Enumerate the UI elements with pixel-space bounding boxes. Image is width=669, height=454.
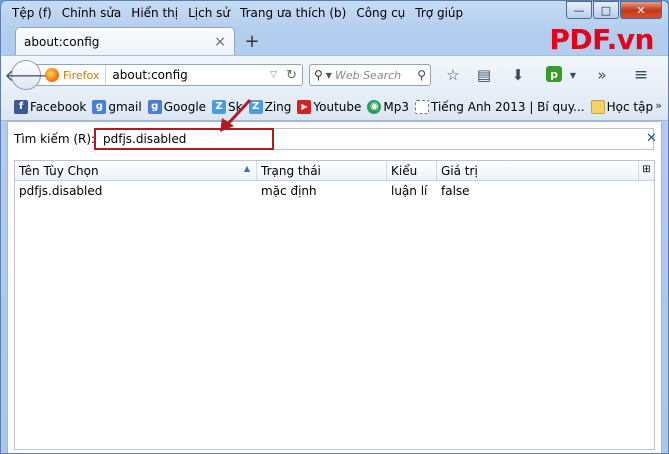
table-row[interactable]: pdfjs.disabled mặc định luận lí false [15,181,654,201]
menu-tools[interactable]: Công cụ [351,4,410,22]
bookmark-mp3[interactable]: ◉ Mp3 [364,99,412,114]
pref-status: mặc định [261,184,317,198]
menu-history[interactable]: Lịch sử [183,4,235,22]
column-header-value[interactable]: Giá trị [437,161,638,180]
search-go-icon[interactable]: ⚲ [417,68,426,82]
bookmark-facebook[interactable]: f Facebook [11,99,89,114]
url-text[interactable]: about:config [106,68,266,82]
minimize-button[interactable]: — [566,1,592,19]
menu-bookmarks[interactable]: Trang ưa thích (b) [235,4,351,22]
close-button[interactable]: ✕ [620,1,662,19]
bookmark-tieng-anh[interactable]: Tiếng Anh 2013 | Bí quy... [412,99,588,114]
site-logo: PDF.vn [549,23,654,56]
search-bar[interactable]: ⚲ ▼ Web Search ⚲ [309,64,431,86]
back-button[interactable]: 🡐 [5,60,47,90]
reload-icon[interactable]: ↻ [281,68,302,83]
bookmarks-list-icon[interactable]: ▤ [475,66,493,84]
menu-view[interactable]: Hiển thị [126,4,183,22]
overflow-icon[interactable]: » [593,66,611,84]
url-dropdown-icon[interactable]: ▽ [266,70,281,80]
maximize-button[interactable]: □ [593,1,619,19]
facebook-icon: f [14,99,28,114]
column-header-name[interactable]: Tên Tùy Chọn ▲ [15,161,257,180]
bookmark-folder-hoc-tap[interactable]: Học tập [588,99,656,114]
browser-window: Tệp (f) Chỉnh sửa Hiển thị Lịch sử Trang… [0,0,669,454]
identity-label: Firefox [63,68,100,82]
menu-bar: Tệp (f) Chỉnh sửa Hiển thị Lịch sử Trang… [7,3,468,23]
about-config-page: Tìm kiếm (R): ✕ Tên Tùy Chọn ▲ Trạng thá… [7,98,662,453]
bookmark-gmail[interactable]: g gmail [89,99,144,114]
clear-icon[interactable]: ✕ [646,131,657,146]
menu-hamburger-icon[interactable]: ≡ [632,65,650,85]
search-input[interactable] [94,128,654,150]
navigation-toolbar: Firefox about:config ▽ ↻ 🡐 ⚲ ▼ Web Searc… [1,55,668,93]
chevron-down-icon[interactable]: ▼ [326,71,332,80]
google-icon: g [147,99,162,114]
column-header-type[interactable]: Kiểu [387,161,437,180]
window-controls: — □ ✕ [566,1,662,19]
menu-edit[interactable]: Chỉnh sửa [57,4,127,22]
column-header-status[interactable]: Trạng thái [257,161,387,180]
pref-name: pdfjs.disabled [19,184,103,198]
tab-title: about:config [24,34,100,49]
tab-about-config[interactable]: about:config × [15,27,235,55]
back-arrow-icon: 🡐 [4,66,48,85]
close-tab-icon[interactable]: × [214,34,226,50]
sort-ascending-icon: ▲ [243,164,250,173]
bookmark-star-icon[interactable]: ☆ [444,66,462,84]
pref-type: luận lí [391,184,428,198]
new-tab-button[interactable]: + [241,30,263,52]
bookmark-google[interactable]: g Google [145,99,209,114]
bookmarks-overflow-icon[interactable]: » [655,99,662,112]
bookmarks-toolbar: f Facebook g gmail g Google Z Sk Z Zing … [1,93,668,121]
config-tree: Tên Tùy Chọn ▲ Trạng thái Kiểu Giá trị ⊞… [14,160,655,450]
tree-header: Tên Tùy Chọn ▲ Trạng thái Kiểu Giá trị ⊞ [15,161,654,181]
search-input[interactable]: Web Search [335,69,414,82]
folder-icon [590,99,605,114]
bookmark-youtube[interactable]: ▶ Youtube [294,99,364,114]
pref-value: false [441,184,470,198]
addon-icon[interactable]: p [546,66,562,82]
page-icon [415,99,430,114]
column-picker-icon[interactable]: ⊞ [638,161,654,180]
annotation-arrow-icon [220,98,252,132]
search-engine-icon[interactable]: ⚲ [314,68,323,82]
mp3-icon: ◉ [367,99,382,114]
filter-container: ✕ [14,98,659,150]
google-icon: g [92,99,107,114]
download-icon[interactable]: ⬇ [509,66,527,84]
addon-dropdown-icon[interactable]: ▼ [564,66,582,84]
menu-help[interactable]: Trợ giúp [410,4,468,22]
menu-file[interactable]: Tệp (f) [7,4,57,22]
youtube-icon: ▶ [297,99,312,114]
url-bar[interactable]: Firefox about:config ▽ ↻ [37,64,303,86]
